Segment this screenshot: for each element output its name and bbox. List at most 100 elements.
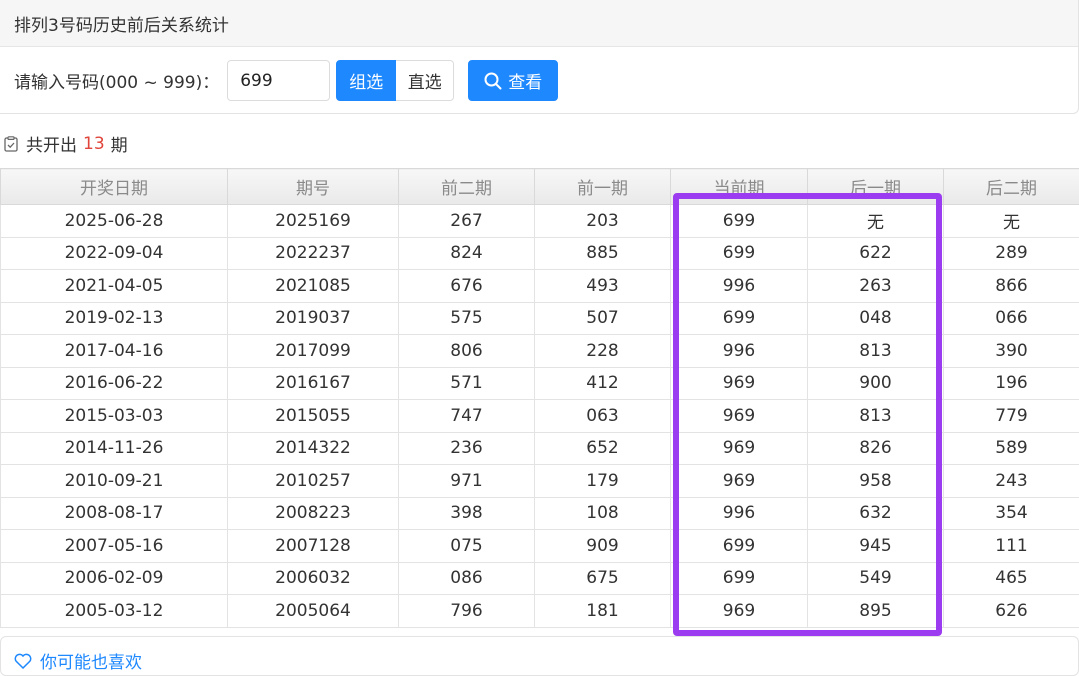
table-cell: 969 [671,367,808,400]
table-cell: 885 [535,237,671,270]
column-header: 前二期 [399,169,535,205]
table-cell: 626 [944,595,1079,628]
table-cell: 632 [808,497,944,530]
panel-title: 排列3号码历史前后关系统计 [0,0,1078,47]
clipboard-check-icon [4,136,18,152]
table-cell: 2006032 [228,562,399,595]
table-cell: 2016-06-22 [1,367,228,400]
table-cell: 996 [671,335,808,368]
table-cell: 699 [671,530,808,563]
table-cell: 228 [535,335,671,368]
table-cell: 2022237 [228,237,399,270]
column-header: 后一期 [808,169,944,205]
table-cell: 958 [808,465,944,498]
table-cell: 2025-06-28 [1,205,228,238]
group-select-button[interactable]: 组选 [336,60,396,101]
search-button[interactable]: 查看 [468,60,558,101]
table-cell: 813 [808,335,944,368]
table-cell: 806 [399,335,535,368]
column-header: 前一期 [535,169,671,205]
select-mode-group: 组选 直选 [336,60,454,101]
table-cell: 066 [944,302,1079,335]
table-row: 2016-06-222016167571412969900196 [1,367,1079,400]
result-summary: 共开出 13 期 [4,131,128,156]
table-cell: 699 [671,562,808,595]
table-cell: 289 [944,237,1079,270]
table-cell: 086 [399,562,535,595]
table-cell: 2014322 [228,432,399,465]
table-cell: 2005-03-12 [1,595,228,628]
table-cell: 996 [671,270,808,303]
table-cell: 826 [808,432,944,465]
table-cell: 236 [399,432,535,465]
table-row: 2025-06-282025169267203699无无 [1,205,1079,238]
search-icon [484,72,502,90]
number-input-label: 请输入号码(000 ~ 999)： [14,68,219,93]
table-cell: 571 [399,367,535,400]
table-cell: 2017-04-16 [1,335,228,368]
table-body: 2025-06-282025169267203699无无2022-09-0420… [1,205,1079,628]
table-cell: 676 [399,270,535,303]
table-cell: 465 [944,562,1079,595]
table-cell: 507 [535,302,671,335]
table-cell: 108 [535,497,671,530]
table-cell: 无 [808,205,944,238]
table-cell: 2025169 [228,205,399,238]
table-row: 2010-09-212010257971179969958243 [1,465,1079,498]
table-cell: 2021-04-05 [1,270,228,303]
table-row: 2021-04-052021085676493996263866 [1,270,1079,303]
table-cell: 996 [671,497,808,530]
table-cell: 909 [535,530,671,563]
table-cell: 无 [944,205,1079,238]
table-cell: 398 [399,497,535,530]
table-cell: 895 [808,595,944,628]
recommend-title: 你可能也喜欢 [14,648,142,673]
table-cell: 2007-05-16 [1,530,228,563]
table-cell: 824 [399,237,535,270]
table-row: 2022-09-042022237824885699622289 [1,237,1079,270]
table-cell: 196 [944,367,1079,400]
table-row: 2008-08-172008223398108996632354 [1,497,1079,530]
table-cell: 2007128 [228,530,399,563]
table-row: 2005-03-122005064796181969895626 [1,595,1079,628]
table-cell: 267 [399,205,535,238]
table-cell: 2015055 [228,400,399,433]
table-row: 2015-03-032015055747063969813779 [1,400,1079,433]
table-header-row: 开奖日期期号前二期前一期当前期后一期后二期 [1,169,1079,205]
table-cell: 263 [808,270,944,303]
table-cell: 2019-02-13 [1,302,228,335]
heart-icon [14,653,32,669]
table-cell: 181 [535,595,671,628]
table-cell: 969 [671,400,808,433]
table-cell: 699 [671,302,808,335]
table-cell: 2010257 [228,465,399,498]
table-cell: 2010-09-21 [1,465,228,498]
table-cell: 699 [671,205,808,238]
table-cell: 243 [944,465,1079,498]
table-cell: 2008223 [228,497,399,530]
summary-count: 13 [83,134,105,154]
table-row: 2019-02-132019037575507699048066 [1,302,1079,335]
table-cell: 747 [399,400,535,433]
column-header: 后二期 [944,169,1079,205]
table-row: 2006-02-092006032086675699549465 [1,562,1079,595]
table-cell: 866 [944,270,1079,303]
table-cell: 945 [808,530,944,563]
table-cell: 622 [808,237,944,270]
direct-select-button[interactable]: 直选 [396,60,454,101]
table-cell: 179 [535,465,671,498]
table-cell: 2014-11-26 [1,432,228,465]
table-cell: 063 [535,400,671,433]
table-cell: 2005064 [228,595,399,628]
table-cell: 813 [808,400,944,433]
table-cell: 2022-09-04 [1,237,228,270]
table-row: 2017-04-162017099806228996813390 [1,335,1079,368]
table-cell: 969 [671,432,808,465]
table-cell: 2008-08-17 [1,497,228,530]
table-cell: 549 [808,562,944,595]
table-cell: 969 [671,595,808,628]
history-table: 开奖日期期号前二期前一期当前期后一期后二期 2025-06-2820251692… [0,168,1079,628]
query-form: 请输入号码(000 ~ 999)： 组选 直选 查看 [14,60,558,101]
table-cell: 2016167 [228,367,399,400]
number-input[interactable] [227,60,330,101]
